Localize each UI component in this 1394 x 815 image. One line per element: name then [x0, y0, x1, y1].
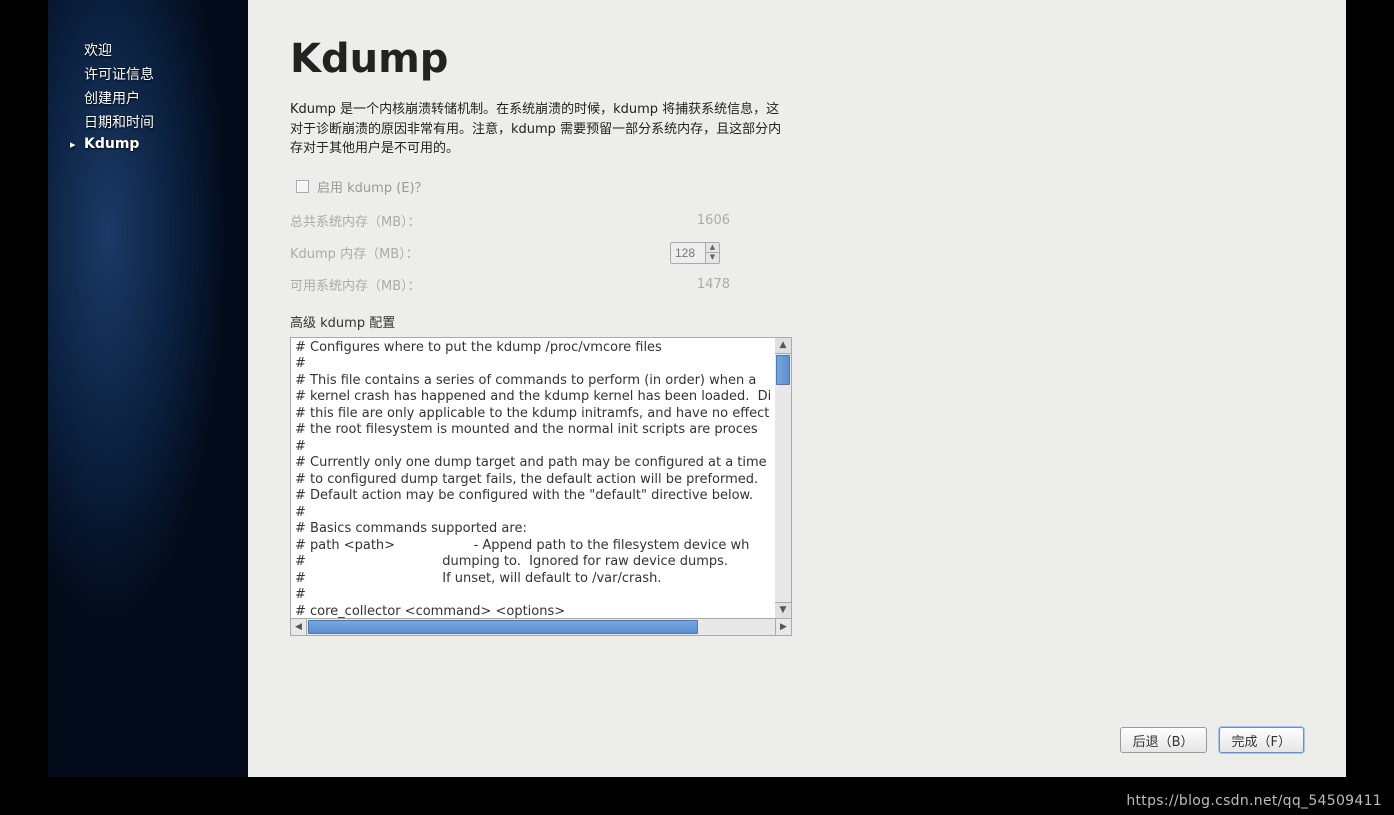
- sidebar-item-kdump[interactable]: Kdump: [48, 134, 248, 154]
- back-button[interactable]: 后退（B）: [1120, 727, 1207, 753]
- sidebar-item-create-user[interactable]: 创建用户: [48, 86, 248, 110]
- enable-kdump-row: 启用 kdump (E)？: [290, 177, 1304, 196]
- total-memory-row: 总共系统内存（MB）： 1606: [290, 210, 1304, 232]
- sidebar-item-date-time[interactable]: 日期和时间: [48, 110, 248, 134]
- config-textarea-wrap: # Configures where to put the kdump /pro…: [290, 337, 792, 619]
- kdump-memory-label: Kdump 内存（MB）：: [290, 243, 670, 262]
- finish-button[interactable]: 完成（F）: [1219, 727, 1304, 753]
- total-memory-label: 总共系统内存（MB）：: [290, 211, 670, 230]
- sidebar-item-label: Kdump: [84, 136, 139, 152]
- scroll-right-icon[interactable]: ▶: [775, 619, 791, 635]
- enable-kdump-label: 启用 kdump (E)？: [317, 177, 428, 196]
- finish-button-label: 完成（F）: [1232, 731, 1291, 750]
- advanced-config-label: 高级 kdump 配置: [290, 312, 1304, 331]
- back-button-label: 后退（B）: [1133, 731, 1194, 750]
- kdump-memory-spinner[interactable]: ▲ ▼: [670, 242, 720, 264]
- sidebar-item-label: 日期和时间: [84, 115, 154, 131]
- scroll-up-icon[interactable]: ▲: [775, 338, 791, 354]
- vertical-scrollbar[interactable]: ▲ ▼: [775, 337, 792, 619]
- spinner-down-icon[interactable]: ▼: [706, 253, 719, 263]
- main-panel: Kdump Kdump 是一个内核崩溃转储机制。在系统崩溃的时候，kdump 将…: [248, 0, 1346, 777]
- sidebar-item-welcome[interactable]: 欢迎: [48, 38, 248, 62]
- vertical-scroll-thumb[interactable]: [776, 355, 790, 385]
- page-description: Kdump 是一个内核崩溃转储机制。在系统崩溃的时候，kdump 将捕获系统信息…: [290, 100, 790, 159]
- sidebar-item-label: 许可证信息: [84, 67, 154, 83]
- config-textarea[interactable]: # Configures where to put the kdump /pro…: [290, 337, 792, 619]
- page-title: Kdump: [290, 36, 1304, 82]
- scroll-left-icon[interactable]: ◀: [291, 619, 307, 635]
- sidebar-item-license[interactable]: 许可证信息: [48, 62, 248, 86]
- button-bar: 后退（B） 完成（F）: [1120, 727, 1304, 753]
- app-window: 欢迎 许可证信息 创建用户 日期和时间 Kdump Kdump Kdump 是一…: [48, 0, 1346, 777]
- sidebar: 欢迎 许可证信息 创建用户 日期和时间 Kdump: [48, 0, 248, 777]
- enable-kdump-checkbox[interactable]: [296, 180, 309, 193]
- total-memory-value: 1606: [670, 213, 730, 228]
- spinner-up-icon[interactable]: ▲: [706, 243, 719, 254]
- kdump-memory-input[interactable]: [671, 243, 705, 263]
- available-memory-row: 可用系统内存（MB）： 1478: [290, 274, 1304, 296]
- sidebar-item-label: 欢迎: [84, 43, 112, 59]
- available-memory-value: 1478: [670, 277, 730, 292]
- horizontal-scroll-thumb[interactable]: [308, 620, 698, 634]
- horizontal-scrollbar[interactable]: ◀ ▶: [290, 619, 792, 636]
- watermark: https://blog.csdn.net/qq_54509411: [1126, 793, 1382, 809]
- scroll-down-icon[interactable]: ▼: [775, 602, 791, 618]
- kdump-memory-row: Kdump 内存（MB）： ▲ ▼: [290, 242, 1304, 264]
- available-memory-label: 可用系统内存（MB）：: [290, 275, 670, 294]
- sidebar-item-label: 创建用户: [84, 91, 140, 107]
